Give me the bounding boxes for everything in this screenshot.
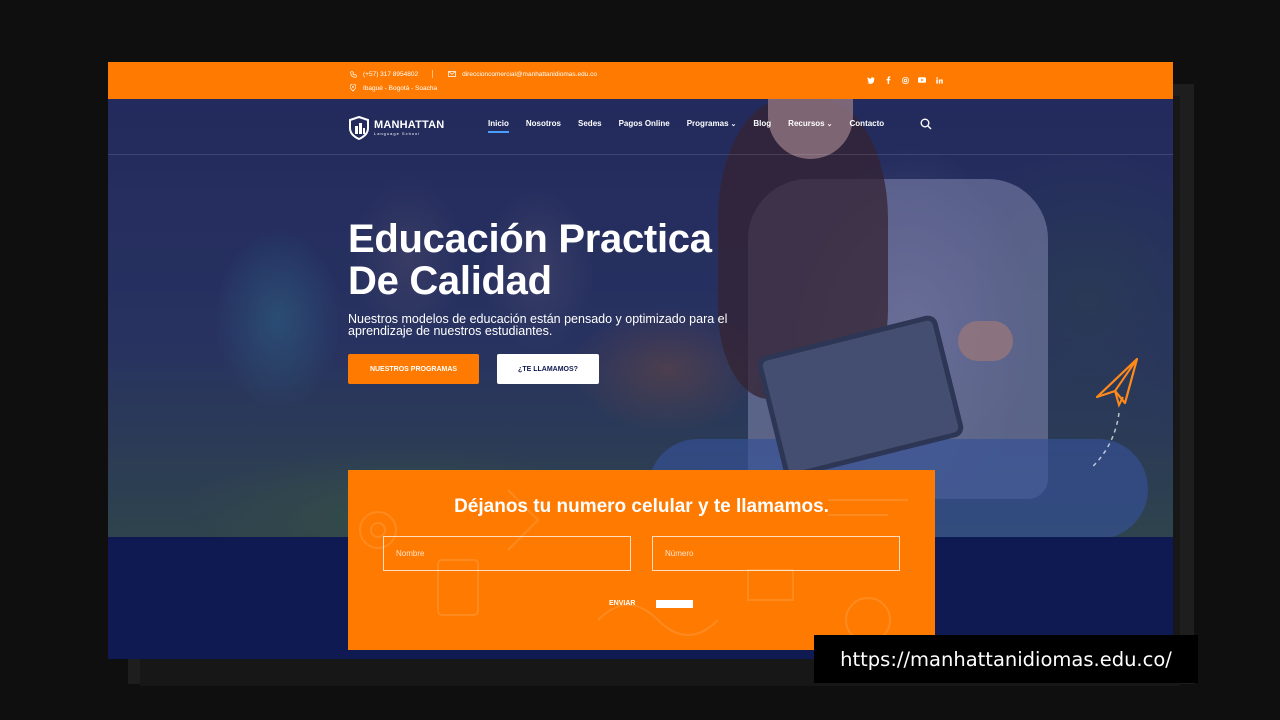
website-window: (+57) 317 8954802 direccioncomercial@man… xyxy=(108,62,1173,659)
phone-number-field[interactable] xyxy=(652,536,900,571)
social-links xyxy=(866,75,944,85)
brand-tagline: Language School xyxy=(374,131,421,136)
name-field[interactable] xyxy=(383,536,631,571)
email-address: direccioncomercial@manhattanidiomas.edu.… xyxy=(462,70,597,78)
nav-label: Programas xyxy=(686,119,729,128)
address-item: Ibagué - Bogotá - Soacha xyxy=(348,83,437,93)
callback-form: Déjanos tu numero celular y te llamamos.… xyxy=(348,470,935,650)
address-text: Ibagué - Bogotá - Soacha xyxy=(363,84,438,92)
search-icon[interactable] xyxy=(920,118,932,130)
paper-plane-icon xyxy=(1093,357,1139,468)
call-me-button[interactable]: ¿TE LLAMAMOS? xyxy=(497,354,599,384)
hero-subtitle: Nuestros modelos de educación están pens… xyxy=(348,312,728,338)
nav-item-sedes[interactable]: Sedes xyxy=(578,119,602,128)
mail-icon xyxy=(447,69,457,79)
phone-number: (+57) 317 8954802 xyxy=(363,70,419,78)
site-logo[interactable]: MANHATTAN Language School xyxy=(348,116,444,140)
instagram-icon[interactable] xyxy=(900,75,910,85)
facebook-icon[interactable] xyxy=(883,75,893,85)
nav-item-inicio[interactable]: Inicio xyxy=(488,119,509,133)
brand-name: MANHATTAN xyxy=(374,119,445,131)
separator xyxy=(432,70,434,78)
nav-item-pagos-online[interactable]: Pagos Online xyxy=(619,119,670,128)
hero-title-line2: De Calidad xyxy=(348,259,552,303)
nav-label: Blog xyxy=(753,119,772,128)
linkedin-icon[interactable] xyxy=(934,75,944,85)
nav-item-nosotros[interactable]: Nosotros xyxy=(526,119,561,128)
contact-info: (+57) 317 8954802 direccioncomercial@man… xyxy=(348,69,597,79)
youtube-icon[interactable] xyxy=(917,75,927,85)
chevron-down-icon: ⌄ xyxy=(826,120,833,128)
nav-item-blog[interactable]: Blog xyxy=(753,119,771,128)
nav-label: Sedes xyxy=(578,119,602,128)
nav-label: Nosotros xyxy=(525,119,562,128)
main-navbar: MANHATTAN Language School Inicio Nosotro… xyxy=(108,99,1173,155)
programs-button[interactable]: NUESTROS PROGRAMAS xyxy=(348,354,479,384)
url-badge: https://manhattanidiomas.edu.co/ xyxy=(814,635,1198,683)
submit-button[interactable] xyxy=(656,600,693,608)
nav-label: Contacto xyxy=(849,119,885,128)
nav-item-programas[interactable]: Programas ⌄ xyxy=(687,119,737,128)
email-item[interactable]: direccioncomercial@manhattanidiomas.edu.… xyxy=(447,69,597,79)
hero-title-line1: Educación Practica xyxy=(348,217,712,261)
chevron-down-icon: ⌄ xyxy=(730,120,737,128)
nav-label: Inicio xyxy=(488,119,509,128)
phone-icon xyxy=(348,69,358,79)
location-pin-icon xyxy=(348,83,358,93)
top-contact-bar: (+57) 317 8954802 direccioncomercial@man… xyxy=(108,62,1173,99)
submit-label: ENVIAR xyxy=(609,600,636,607)
nav-label: Recursos xyxy=(788,119,825,128)
nav-item-contacto[interactable]: Contacto xyxy=(850,119,885,128)
callback-title: Déjanos tu numero celular y te llamamos. xyxy=(454,496,829,517)
nav-label: Pagos Online xyxy=(618,119,670,128)
nav-item-recursos[interactable]: Recursos ⌄ xyxy=(788,119,832,128)
nav-menu: Inicio Nosotros Sedes Pagos Online Progr… xyxy=(488,119,885,133)
phone-item[interactable]: (+57) 317 8954802 xyxy=(348,69,418,79)
hero-title: Educación Practica De Calidad xyxy=(348,218,712,302)
twitter-icon[interactable] xyxy=(866,75,876,85)
shield-building-icon xyxy=(349,116,369,140)
